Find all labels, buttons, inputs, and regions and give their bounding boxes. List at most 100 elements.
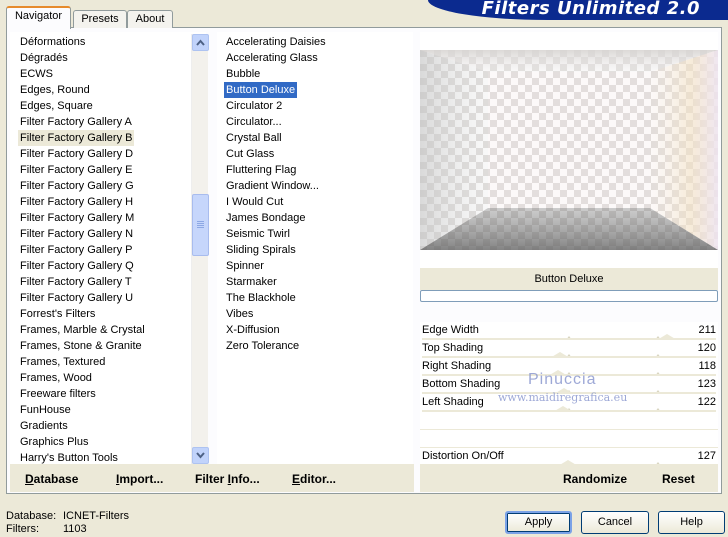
category-item[interactable]: Frames, Textured xyxy=(18,354,107,370)
filter-list[interactable]: Accelerating Daisies Accelerating Glass Bu… xyxy=(217,32,413,464)
filter-item[interactable]: Circulator... xyxy=(224,114,284,130)
filter-item[interactable]: Zero Tolerance xyxy=(224,338,301,354)
editor-button[interactable]: Editor... xyxy=(292,472,336,486)
filter-item[interactable]: Accelerating Glass xyxy=(224,50,320,66)
category-item[interactable]: Freeware filters xyxy=(18,386,98,402)
parameter-label: Distortion On/Off xyxy=(422,450,504,462)
filter-item[interactable]: Starmaker xyxy=(224,274,279,290)
filter-item[interactable]: Cut Glass xyxy=(224,146,276,162)
help-button[interactable]: Help xyxy=(658,511,725,534)
selected-filter-name: Button Deluxe xyxy=(420,268,718,290)
filter-item[interactable]: The Blackhole xyxy=(224,290,298,306)
parameter-value: 123 xyxy=(697,378,716,390)
mnemonic: D xyxy=(25,472,34,486)
button-deluxe-preview xyxy=(420,50,718,250)
category-item[interactable]: Dégradés xyxy=(18,50,70,66)
import-button[interactable]: Import... xyxy=(116,472,163,486)
database-value: ICNET-Filters xyxy=(63,510,129,522)
category-item[interactable]: Déformations xyxy=(18,34,87,50)
slider-thumb[interactable] xyxy=(552,406,573,412)
filter-item[interactable]: Sliding Spirals xyxy=(224,242,298,258)
category-item[interactable]: Forrest's Filters xyxy=(18,306,97,322)
tab-label: About xyxy=(135,13,165,25)
scroll-thumb[interactable] xyxy=(192,194,209,256)
parameter-value: 122 xyxy=(697,396,716,408)
parameter-slider[interactable]: Top Shading 120 xyxy=(420,340,718,358)
filter-item[interactable]: Circulator 2 xyxy=(224,98,284,114)
category-item[interactable]: Filter Factory Gallery B xyxy=(18,130,135,146)
database-key: Database: xyxy=(6,510,57,522)
category-item[interactable]: Filter Factory Gallery N xyxy=(18,226,135,242)
category-item[interactable]: Filter Factory Gallery Q xyxy=(18,258,136,274)
category-item[interactable]: Frames, Wood xyxy=(18,370,94,386)
chevron-up-icon xyxy=(196,39,205,46)
filter-item[interactable]: Gradient Window... xyxy=(224,178,321,194)
database-button[interactable]: Database xyxy=(25,472,78,486)
navigator-button-bar: Database Import... Filter Info... Editor… xyxy=(10,464,414,492)
filter-item[interactable]: Spinner xyxy=(224,258,266,274)
filter-item[interactable]: Seismic Twirl xyxy=(224,226,292,242)
scroll-down-button[interactable] xyxy=(192,447,209,464)
button-label: atabase xyxy=(33,472,79,486)
apply-button[interactable]: Apply xyxy=(505,511,572,534)
category-item[interactable]: Filter Factory Gallery H xyxy=(18,194,135,210)
category-item[interactable]: Filter Factory Gallery M xyxy=(18,210,136,226)
category-item[interactable]: Edges, Round xyxy=(18,82,92,98)
parameter-label: Bottom Shading xyxy=(422,378,501,390)
category-item[interactable]: Filter Factory Gallery D xyxy=(18,146,135,162)
parameter-value: 120 xyxy=(697,342,716,354)
category-scrollbar[interactable] xyxy=(191,34,209,464)
category-item[interactable]: Harry's Button Tools xyxy=(18,450,120,464)
filter-item[interactable]: James Bondage xyxy=(224,210,308,226)
category-item[interactable]: Filter Factory Gallery U xyxy=(18,290,135,306)
parameter-slider[interactable]: Edge Width 211 xyxy=(420,322,718,340)
filter-item[interactable]: X-Diffusion xyxy=(224,322,282,338)
filter-item[interactable]: Crystal Ball xyxy=(224,130,284,146)
scroll-up-button[interactable] xyxy=(192,34,209,51)
filter-item[interactable]: Button Deluxe xyxy=(224,82,298,98)
category-item[interactable]: Filter Factory Gallery T xyxy=(18,274,134,290)
category-item[interactable]: Graphics Plus xyxy=(18,434,90,450)
watermark-site: www.maidiregrafica.eu xyxy=(498,391,628,404)
tab-label: Presets xyxy=(81,13,119,25)
category-item[interactable]: Filter Factory Gallery G xyxy=(18,178,136,194)
category-list[interactable]: Déformations Dégradés ECWS Edges, Round Edge… xyxy=(10,32,206,464)
cancel-button[interactable]: Cancel xyxy=(581,511,649,534)
preview-margin-bottom xyxy=(420,250,718,268)
tab-navigator[interactable]: Navigator xyxy=(6,6,71,29)
filter-info-button[interactable]: Filter Info... xyxy=(195,472,260,486)
tab-about[interactable]: About xyxy=(127,10,173,28)
tab-presets[interactable]: Presets xyxy=(73,10,127,28)
watermark-name: Pinuccia xyxy=(528,371,597,388)
category-item[interactable]: Frames, Marble & Crystal xyxy=(18,322,147,338)
preview-image xyxy=(420,50,718,250)
preview-margin-top xyxy=(420,32,718,50)
progress-bar xyxy=(420,290,718,302)
reset-button[interactable]: Reset xyxy=(662,472,695,486)
parameter-value: 127 xyxy=(697,450,716,462)
filters-key: Filters: xyxy=(6,523,39,535)
filter-item[interactable]: I Would Cut xyxy=(224,194,285,210)
parameter-label: Top Shading xyxy=(422,342,484,354)
category-item[interactable]: Filter Factory Gallery A xyxy=(18,114,134,130)
button-label: mport... xyxy=(119,472,164,486)
parameter-label: Right Shading xyxy=(422,360,492,372)
category-item[interactable]: Gradients xyxy=(18,418,70,434)
category-item[interactable]: ECWS xyxy=(18,66,55,82)
filter-item[interactable]: Accelerating Daisies xyxy=(224,34,328,50)
category-item[interactable]: Filter Factory Gallery P xyxy=(18,242,134,258)
category-item[interactable]: Frames, Stone & Granite xyxy=(18,338,144,354)
randomize-button[interactable]: Randomize xyxy=(563,472,627,486)
category-item[interactable]: Edges, Square xyxy=(18,98,95,114)
category-item[interactable]: Filter Factory Gallery E xyxy=(18,162,134,178)
parameter-label: Edge Width xyxy=(422,324,479,336)
tab-label: Navigator xyxy=(14,10,63,22)
parameter-button-bar: Randomize Reset xyxy=(420,464,718,492)
filter-item[interactable]: Vibes xyxy=(224,306,255,322)
category-item[interactable]: FunHouse xyxy=(18,402,73,418)
filter-item[interactable]: Fluttering Flag xyxy=(224,162,298,178)
mnemonic: E xyxy=(292,472,301,486)
filter-item[interactable]: Bubble xyxy=(224,66,262,82)
button-label: ditor... xyxy=(300,472,337,486)
parameter-separator xyxy=(420,447,718,448)
